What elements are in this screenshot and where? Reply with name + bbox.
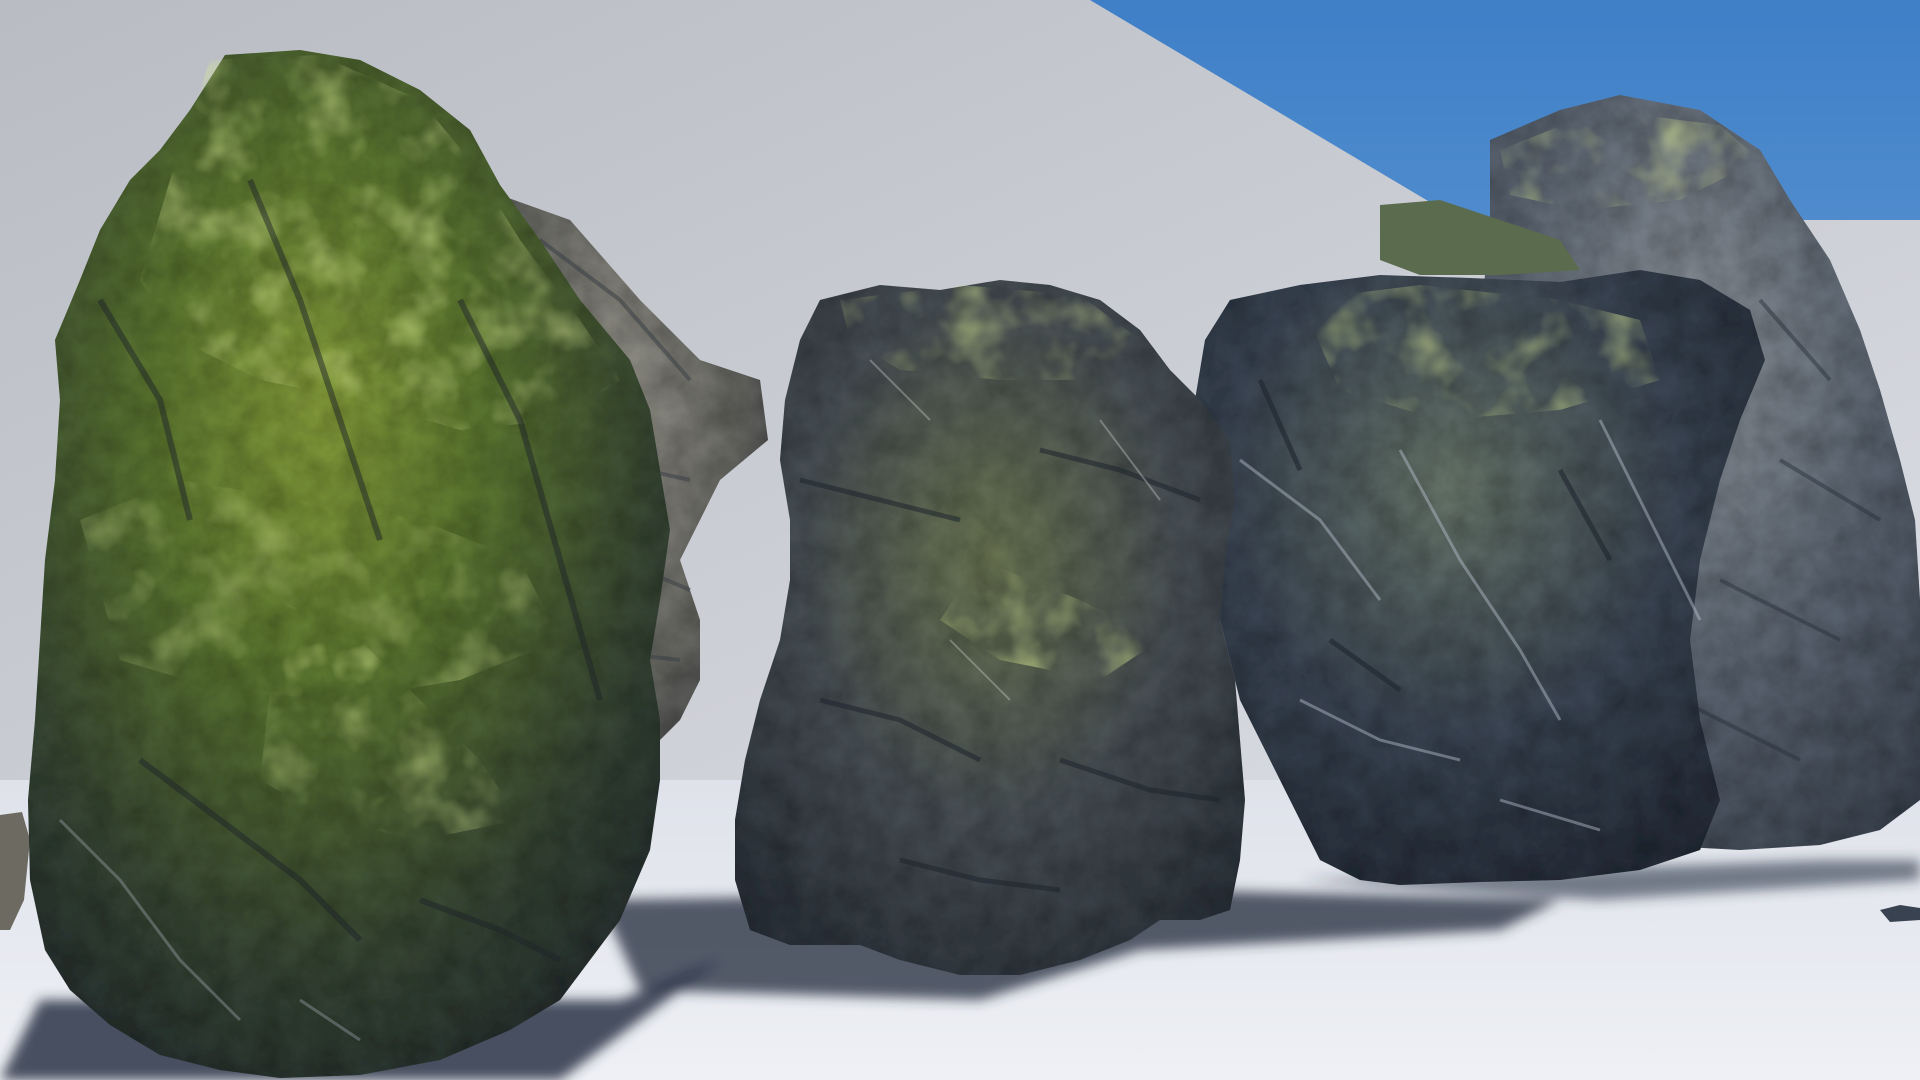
- rock-center-icon: [735, 280, 1245, 975]
- scene-render: [0, 0, 1920, 1080]
- scene-viewport: [0, 0, 1920, 1080]
